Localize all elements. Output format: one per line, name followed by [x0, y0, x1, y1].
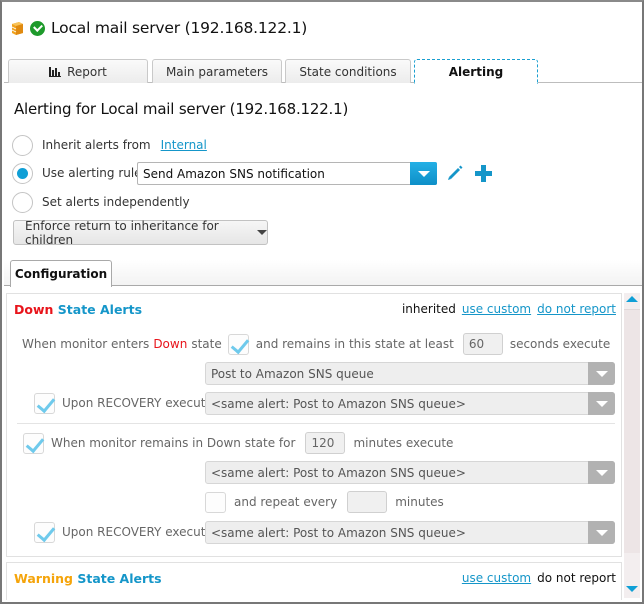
tab-report[interactable]: Report	[8, 59, 148, 83]
enters-suffix: state	[191, 337, 222, 351]
server-box-icon	[10, 21, 24, 35]
tab-report-label: Report	[67, 64, 107, 79]
recovery-2-value: <same alert: Post to Amazon SNS queue>	[211, 525, 466, 540]
recovery-1-value: <same alert: Post to Amazon SNS queue>	[211, 396, 466, 411]
down-action-value: Post to Amazon SNS queue	[211, 366, 374, 381]
repeat-checkbox[interactable]	[205, 491, 226, 513]
state-alerts-word: State Alerts	[57, 302, 143, 317]
chevron-down-icon[interactable]	[588, 521, 615, 544]
chevron-down-icon[interactable]	[588, 461, 615, 484]
warning-state-alerts-panel: Warning State Alerts use custom do not r…	[6, 562, 622, 600]
long-down-row: When monitor remains in Down state for 1…	[23, 431, 453, 455]
down-state-word: Down	[14, 302, 54, 317]
enters-state: Down	[153, 337, 188, 351]
tab-state-conditions[interactable]: State conditions	[285, 59, 411, 83]
page-title: Local mail server (192.168.122.1)	[51, 19, 308, 37]
long-down-unit: minutes execute	[353, 436, 454, 450]
recovery-row-2: Upon RECOVERY execute	[34, 520, 213, 544]
long-down-label: When monitor remains in Down state for	[51, 436, 296, 450]
warning-do-not-report-status: do not report	[537, 571, 616, 585]
independent-radio[interactable]	[12, 191, 33, 213]
state-alerts-word: State Alerts	[77, 571, 162, 586]
divider	[17, 423, 615, 424]
alerts-scroll-area: Down State Alerts inherited use custom d…	[4, 287, 642, 600]
config-tabs: Configuration	[4, 260, 642, 287]
warning-state-word: Warning	[14, 571, 73, 586]
use-rule-option: Use alerting rule	[12, 162, 142, 184]
long-down-checkbox[interactable]	[23, 432, 44, 454]
recovery-1-checkbox[interactable]	[34, 392, 55, 414]
window-frame: Local mail server (192.168.122.1) Report…	[0, 0, 644, 604]
enters-down-row: When monitor enters Down state and remai…	[22, 332, 610, 356]
recovery-1-label: Upon RECOVERY execute	[62, 396, 213, 410]
inherit-label: Inherit alerts from	[42, 138, 151, 152]
caret-down-icon	[257, 230, 267, 235]
scroll-down-icon[interactable]	[626, 586, 638, 592]
recovery-2-checkbox[interactable]	[34, 521, 55, 543]
use-rule-label: Use alerting rule	[42, 166, 142, 180]
recovery-row-1: Upon RECOVERY execute	[34, 391, 213, 415]
remains-label: and remains in this state at least	[255, 337, 454, 351]
warning-alerts-title: Warning State Alerts	[14, 571, 162, 586]
recovery-1-select[interactable]: <same alert: Post to Amazon SNS queue>	[205, 392, 615, 415]
alerting-title: Alerting for Local mail server (192.168.…	[14, 100, 349, 118]
alerting-rule-select[interactable]: Send Amazon SNS notification	[137, 162, 437, 185]
down-state-alerts-panel: Down State Alerts inherited use custom d…	[6, 293, 622, 557]
tab-state-conditions-label: State conditions	[299, 64, 397, 79]
alerting-rule-value: Send Amazon SNS notification	[143, 166, 325, 181]
chevron-down-icon[interactable]	[588, 362, 615, 385]
independent-label: Set alerts independently	[42, 195, 190, 209]
down-alerts-title: Down State Alerts	[14, 302, 142, 317]
tab-configuration[interactable]: Configuration	[10, 260, 112, 287]
tab-configuration-label: Configuration	[14, 267, 108, 281]
enters-down-checkbox[interactable]	[227, 333, 249, 355]
enforce-inheritance-label: Enforce return to inheritance for childr…	[25, 218, 219, 247]
enters-prefix: When monitor enters	[22, 337, 150, 351]
main-tabs: Report Main parameters State conditions …	[4, 59, 642, 84]
repeat-unit: minutes	[395, 495, 444, 509]
chevron-down-icon[interactable]	[410, 162, 437, 185]
tab-main-parameters[interactable]: Main parameters	[152, 59, 282, 83]
tab-alerting-label: Alerting	[448, 65, 504, 79]
use-rule-radio[interactable]	[12, 162, 33, 184]
tab-main-parameters-label: Main parameters	[165, 64, 269, 79]
inherited-status: inherited	[401, 302, 456, 316]
inherit-option: Inherit alerts from Internal	[12, 134, 207, 156]
down-action-select[interactable]: Post to Amazon SNS queue	[205, 362, 615, 385]
warning-alerts-actions: use custom do not report	[462, 571, 616, 585]
add-plus-icon[interactable]	[475, 165, 492, 182]
status-ok-icon	[30, 20, 45, 36]
use-custom-link[interactable]: use custom	[462, 302, 531, 316]
enforce-inheritance-button[interactable]: Enforce return to inheritance for childr…	[13, 218, 268, 247]
page-header: Local mail server (192.168.122.1)	[10, 16, 307, 40]
edit-pencil-icon[interactable]	[446, 164, 464, 182]
remains-seconds-input[interactable]: 60	[462, 333, 503, 355]
do-not-report-link[interactable]: do not report	[537, 302, 616, 316]
inherit-source-link[interactable]: Internal	[161, 138, 207, 152]
tab-alerting[interactable]: Alerting	[414, 59, 538, 84]
bar-chart-icon	[49, 66, 62, 77]
warning-use-custom-link[interactable]: use custom	[462, 571, 531, 585]
long-down-action-value: <same alert: Post to Amazon SNS queue>	[211, 465, 466, 480]
long-down-minutes-input[interactable]: 120	[305, 432, 346, 454]
inherit-radio[interactable]	[12, 134, 33, 156]
remains-unit: seconds execute	[509, 337, 611, 351]
recovery-2-label: Upon RECOVERY execute	[62, 525, 213, 539]
independent-option: Set alerts independently	[12, 191, 190, 213]
chevron-down-icon[interactable]	[588, 392, 615, 415]
repeat-label: and repeat every	[234, 495, 338, 509]
scrollbar-thumb[interactable]	[624, 309, 640, 553]
repeat-minutes-input[interactable]	[347, 491, 388, 513]
recovery-2-select[interactable]: <same alert: Post to Amazon SNS queue>	[205, 521, 615, 544]
repeat-row: and repeat every minutes	[205, 490, 444, 514]
scroll-up-icon[interactable]	[626, 296, 638, 302]
long-down-action-select[interactable]: <same alert: Post to Amazon SNS queue>	[205, 461, 615, 484]
vertical-scrollbar[interactable]	[624, 293, 640, 598]
down-alerts-actions: inherited use custom do not report	[402, 302, 616, 316]
